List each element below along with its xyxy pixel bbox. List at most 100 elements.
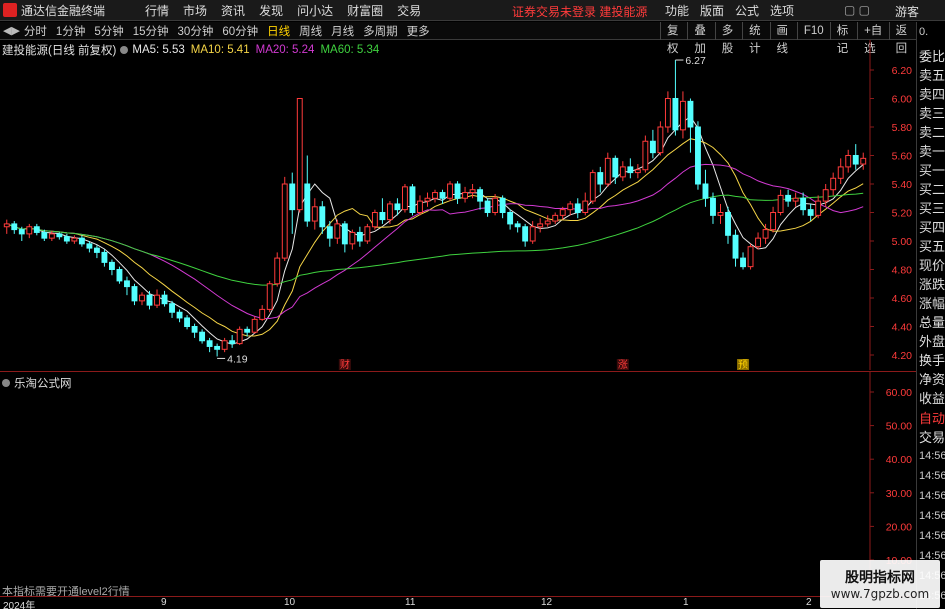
candle — [184, 315, 191, 330]
menu-item-discover[interactable]: 发现 — [259, 2, 283, 19]
period-bar-right: 复权 叠加 多股 统计 画线 F10 标记 +自选 返回 — [660, 22, 916, 55]
candle-body — [41, 231, 48, 239]
quote-side-panel: 0. 委比 卖五 卖四 卖三 卖二 卖一 买一 买二 买三 买四 买五 现价 涨… — [916, 22, 945, 609]
label-earnings: 收益 — [919, 391, 945, 406]
broker-login-warning[interactable]: 证券交易未登录 建投能源 — [512, 3, 647, 20]
window-controls-icon[interactable]: ▢ ▢ — [844, 3, 870, 17]
candle — [139, 292, 145, 306]
price-tick-label: 4.80 — [892, 265, 913, 277]
candle — [800, 192, 807, 216]
menu-item-wealth[interactable]: 财富圈 — [347, 2, 383, 19]
label-ask3: 卖三 — [919, 106, 945, 121]
candle-body — [860, 157, 867, 165]
btn-back[interactable]: 返回 — [888, 22, 916, 55]
candle — [349, 229, 356, 250]
btn-add-watchlist[interactable]: +自选 — [857, 22, 889, 55]
menu-item-news[interactable]: 资讯 — [221, 2, 245, 19]
candle-body — [116, 269, 123, 282]
candle-body — [792, 197, 799, 202]
candle-body — [544, 220, 551, 225]
period-1min[interactable]: 1分钟 — [56, 23, 85, 39]
candle-body — [612, 157, 619, 178]
candle — [537, 218, 544, 233]
btn-adjust[interactable]: 复权 — [660, 22, 687, 55]
toolbar-formula[interactable]: 公式 — [735, 2, 759, 19]
candle-body — [402, 186, 408, 211]
btn-f10[interactable]: F10 — [796, 22, 830, 40]
candle-body — [124, 280, 130, 288]
candle — [251, 316, 258, 334]
period-bar: ◀▶ 分时 1分钟 5分钟 15分钟 30分钟 60分钟 日线 周线 月线 多周… — [0, 22, 916, 55]
time-tick: 1 — [683, 597, 689, 608]
price-tick-label: 4.60 — [892, 293, 913, 305]
sub-tick-label: 30.00 — [886, 488, 912, 500]
menu-item-quotes[interactable]: 行情 — [145, 2, 169, 19]
candle-body — [439, 192, 446, 199]
price-tick-label: 5.80 — [892, 122, 913, 134]
period-daily[interactable]: 日线 — [267, 23, 290, 39]
period-weekly[interactable]: 周线 — [299, 23, 322, 39]
candle-body — [409, 186, 416, 214]
time-row: 14:56 — [919, 490, 945, 502]
period-60min[interactable]: 60分钟 — [222, 23, 258, 39]
candle — [544, 215, 551, 227]
candlestick-chart[interactable]: 6.20 6.00 5.80 5.60 5.40 5.20 5.00 4.80 4.60 4.40… — [0, 40, 916, 370]
candle — [852, 144, 859, 170]
tab-trade[interactable]: 交易 — [919, 427, 945, 446]
candle — [522, 223, 529, 247]
candle-body — [852, 155, 859, 165]
candle-body — [93, 247, 100, 253]
candle-body — [131, 286, 138, 302]
candle — [11, 221, 18, 234]
candle-body — [717, 212, 724, 216]
menu-item-ask[interactable]: 问小达 — [297, 2, 333, 19]
candle-body — [619, 166, 626, 178]
indicator-chart[interactable]: 60.0050.0040.0030.0020.0010.00 — [0, 372, 916, 596]
btn-statistics[interactable]: 统计 — [742, 22, 769, 55]
sub-tick-label: 50.00 — [886, 421, 912, 433]
period-more[interactable]: 更多 — [407, 23, 430, 39]
period-intraday[interactable]: 分时 — [24, 23, 47, 39]
candle-body — [777, 194, 784, 213]
candle — [341, 221, 348, 253]
candle — [101, 249, 108, 267]
toolbar-function[interactable]: 功能 — [665, 2, 689, 19]
candle-body — [18, 229, 25, 235]
candle-body — [604, 157, 611, 185]
menu-item-trade[interactable]: 交易 — [397, 2, 421, 19]
period-monthly[interactable]: 月线 — [331, 23, 354, 39]
candle — [807, 203, 814, 222]
btn-draw[interactable]: 画线 — [769, 22, 797, 55]
btn-mark[interactable]: 标记 — [829, 22, 857, 55]
label-bid-ratio: 委比 — [919, 49, 945, 64]
ma10-label: MA10: 5.41 — [190, 44, 250, 56]
candle-body — [229, 340, 236, 345]
btn-overlay[interactable]: 叠加 — [687, 22, 714, 55]
sub-tick-label: 20.00 — [886, 521, 912, 533]
nav-arrows-icon[interactable]: ◀▶ — [3, 24, 20, 37]
candle — [424, 192, 431, 207]
period-multi[interactable]: 多周期 — [363, 23, 398, 39]
btn-multi-stock[interactable]: 多股 — [714, 22, 742, 55]
candle — [364, 223, 371, 244]
period-5min[interactable]: 5分钟 — [94, 23, 123, 39]
candle-body — [492, 197, 499, 213]
candle — [672, 60, 679, 136]
toolbar-layout[interactable]: 版面 — [700, 2, 724, 19]
menu-item-market[interactable]: 市场 — [183, 2, 207, 19]
tab-auto[interactable]: 自动 — [919, 408, 945, 427]
toolbar-options[interactable]: 选项 — [770, 2, 794, 19]
time-axis: 2024年 9 10 11 12 1 2 — [0, 596, 916, 609]
candle — [514, 221, 521, 233]
indicator-settings-icon[interactable] — [2, 379, 10, 387]
candle-body — [785, 194, 792, 202]
candle — [229, 335, 236, 348]
guest-label[interactable]: 游客 — [895, 3, 919, 20]
label-volume: 总量 — [919, 315, 945, 330]
candle — [93, 245, 100, 259]
settings-dot-icon[interactable] — [120, 46, 129, 54]
period-30min[interactable]: 30分钟 — [178, 23, 214, 39]
price-tick-label: 5.60 — [892, 151, 913, 163]
period-15min[interactable]: 15分钟 — [133, 23, 169, 39]
candle-body — [176, 311, 183, 319]
